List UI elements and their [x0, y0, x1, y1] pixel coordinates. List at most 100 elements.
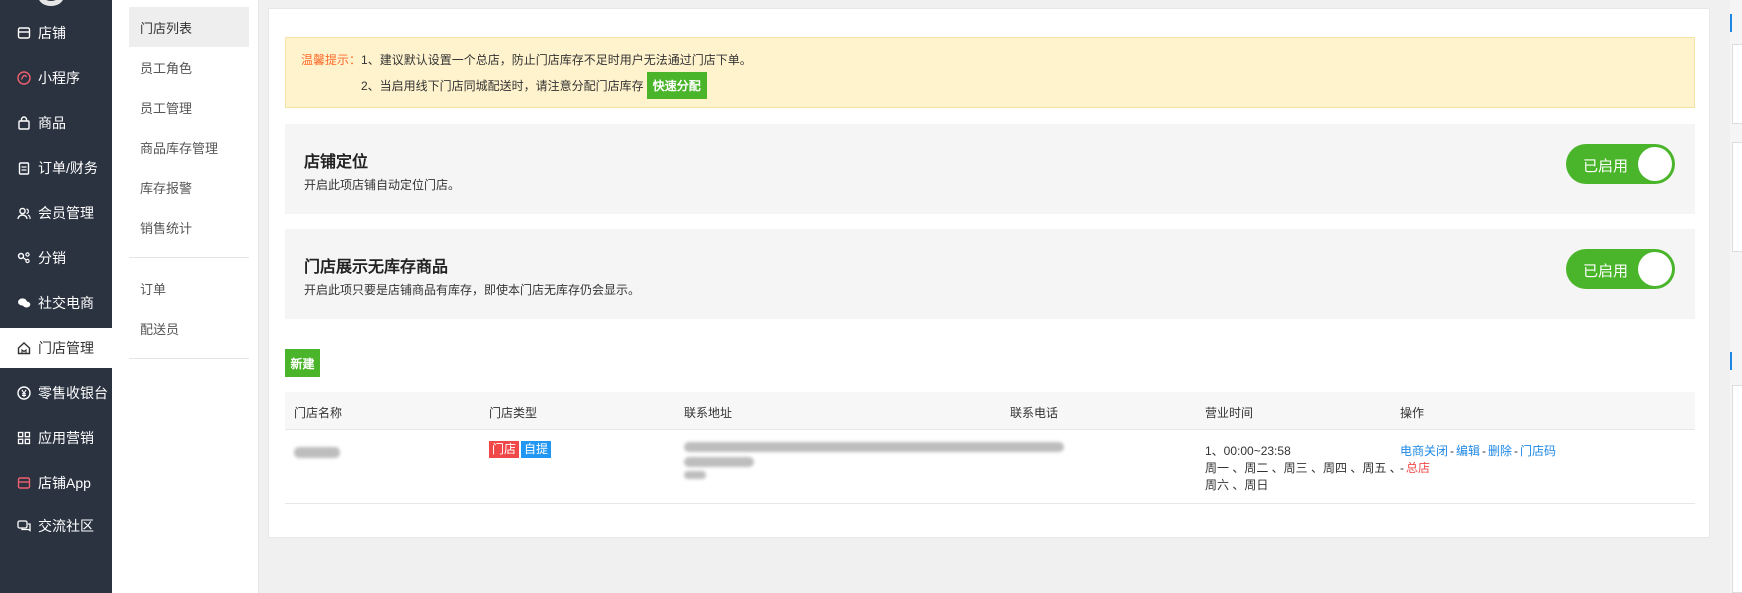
- users-icon: [16, 205, 32, 221]
- setting-desc: 开启此项店铺自动定位门店。: [304, 178, 461, 192]
- sidebar-item-label: 店铺: [38, 25, 66, 41]
- sidebar-item-community[interactable]: 交流社区: [0, 506, 112, 546]
- submenu-staff-manage[interactable]: 员工管理: [129, 87, 249, 127]
- sidebar-item-label: 社交电商: [38, 295, 94, 311]
- submenu-orders[interactable]: 订单: [129, 268, 249, 308]
- main-panel: 温馨提示：1、建议默认设置一个总店，防止门店库存不足时用户无法通过门店下单。 2…: [268, 8, 1710, 538]
- sidebar-item-store[interactable]: 店铺: [0, 13, 112, 53]
- redacted-address: [684, 457, 754, 467]
- toggle-knob: [1638, 147, 1672, 181]
- new-store-button[interactable]: 新建: [285, 349, 320, 377]
- col-header-type: 门店类型: [489, 406, 538, 420]
- apps-icon: [16, 430, 32, 446]
- main-sidebar: 店铺 小程序 商品 订单/财务 会员管理 分销 社交电商 门店管理 零售收银台 …: [0, 0, 112, 593]
- col-header-name: 门店名称: [294, 406, 343, 420]
- toggle-knob: [1638, 252, 1672, 286]
- submenu-divider: [129, 358, 249, 359]
- hours-line: 1、00:00~23:58: [1205, 444, 1291, 458]
- sidebar-item-retail[interactable]: 零售收银台: [0, 373, 112, 413]
- sidebar-item-label: 小程序: [38, 70, 80, 86]
- sidebar-item-social[interactable]: 社交电商: [0, 283, 112, 323]
- store-location-toggle[interactable]: 已启用: [1566, 144, 1675, 184]
- store-qrcode-link[interactable]: 门店码: [1520, 444, 1556, 458]
- edge-accent: [1730, 352, 1732, 370]
- tip-line-1: 温馨提示：1、建议默认设置一个总店，防止门店库存不足时用户无法通过门店下单。: [301, 51, 752, 68]
- col-header-hours: 营业时间: [1205, 406, 1254, 420]
- sidebar-item-label: 分销: [38, 250, 66, 266]
- store-submenu: 门店列表 员工角色 员工管理 商品库存管理 库存报警 销售统计 订单 配送员: [112, 0, 259, 593]
- submenu-staff-roles[interactable]: 员工角色: [129, 47, 249, 87]
- submenu-label: 订单: [140, 281, 167, 297]
- submenu-label: 库存报警: [140, 180, 193, 196]
- show-no-stock-toggle[interactable]: 已启用: [1566, 249, 1675, 289]
- sidebar-item-label: 门店管理: [38, 340, 94, 356]
- edit-link[interactable]: 编辑: [1456, 444, 1480, 458]
- sidebar-item-orders[interactable]: 订单/财务: [0, 148, 112, 188]
- submenu-stock-alert[interactable]: 库存报警: [129, 167, 249, 207]
- edge-box: [1732, 142, 1742, 252]
- redacted-name: [294, 447, 340, 458]
- submenu-label: 门店列表: [140, 20, 193, 36]
- sidebar-item-members[interactable]: 会员管理: [0, 193, 112, 233]
- delete-link[interactable]: 删除: [1488, 444, 1512, 458]
- tip-text-2: 2、当启用线下门店同城配送时，请注意分配门店库存: [361, 79, 644, 93]
- sidebar-item-goods[interactable]: 商品: [0, 103, 112, 143]
- community-icon: [16, 518, 32, 534]
- col-header-address: 联系地址: [684, 406, 733, 420]
- setting-store-location: 店铺定位 开启此项店铺自动定位门店。 已启用: [285, 124, 1695, 214]
- row-actions: 电商关闭 - 编辑 - 删除 - 门店码 - 总店: [1400, 444, 1557, 475]
- sidebar-item-store-manage[interactable]: 门店管理: [0, 328, 112, 368]
- submenu-couriers[interactable]: 配送员: [129, 308, 249, 348]
- business-hours: 1、00:00~23:58 周一 、周二 、周三 、周四 、周五 、 周六 、周…: [1205, 443, 1402, 494]
- setting-desc: 开启此项只要是店铺商品有库存，即使本门店无库存仍会显示。: [304, 283, 641, 297]
- submenu-divider: [129, 257, 249, 258]
- store-icon: [16, 25, 32, 41]
- quick-assign-button[interactable]: 快速分配: [646, 72, 707, 99]
- sidebar-item-app[interactable]: 店铺App: [0, 463, 112, 503]
- sidebar-item-label: 会员管理: [38, 205, 94, 221]
- sidebar-item-marketing[interactable]: 应用营销: [0, 418, 112, 458]
- edge-accent: [1730, 14, 1732, 32]
- home-icon: [16, 340, 32, 356]
- setting-title: 门店展示无库存商品: [304, 259, 449, 276]
- submenu-label: 员工管理: [140, 100, 193, 116]
- sidebar-item-distribution[interactable]: 分销: [0, 238, 112, 278]
- store-type-tags: 门店 自提: [489, 441, 553, 458]
- chat-icon: [16, 295, 32, 311]
- miniprogram-icon: [16, 70, 32, 86]
- edge-box: [1732, 385, 1742, 593]
- redacted-address: [684, 471, 706, 479]
- sidebar-item-label: 应用营销: [38, 430, 94, 446]
- col-header-phone: 联系电话: [1010, 406, 1059, 420]
- setting-title: 店铺定位: [304, 154, 369, 171]
- toggle-label: 已启用: [1583, 158, 1629, 175]
- yen-icon: [16, 385, 32, 401]
- logo: [38, 0, 64, 6]
- tip-line-2: 2、当启用线下门店同城配送时，请注意分配门店库存 快速分配: [361, 72, 707, 99]
- sidebar-item-label: 店铺App: [38, 475, 91, 491]
- bag-icon: [16, 115, 32, 131]
- tip-text-1: 1、建议默认设置一个总店，防止门店库存不足时用户无法通过门店下单。: [361, 53, 752, 67]
- submenu-store-list[interactable]: 门店列表: [129, 7, 249, 47]
- app-icon: [16, 475, 32, 491]
- table-row: 门店 自提 1、00:00~23:58 周一 、周二 、周三 、周四 、周五 、 …: [285, 430, 1695, 504]
- head-store-label: 总店: [1406, 461, 1431, 475]
- sidebar-item-label: 订单/财务: [38, 160, 98, 176]
- setting-show-no-stock: 门店展示无库存商品 开启此项只要是店铺商品有库存，即使本门店无库存仍会显示。 已…: [285, 229, 1695, 319]
- tip-prefix: 温馨提示：: [301, 53, 362, 67]
- submenu-inventory[interactable]: 商品库存管理: [129, 127, 249, 167]
- toggle-ecommerce-link[interactable]: 电商关闭: [1400, 444, 1448, 458]
- tag-store: 门店: [489, 441, 520, 458]
- col-header-actions: 操作: [1400, 406, 1425, 420]
- sidebar-item-miniprogram[interactable]: 小程序: [0, 58, 112, 98]
- toggle-label: 已启用: [1583, 263, 1629, 280]
- redacted-address: [684, 442, 1064, 452]
- sidebar-item-label: 零售收银台: [38, 385, 108, 401]
- submenu-sales-stats[interactable]: 销售统计: [129, 207, 249, 247]
- clipboard-icon: [16, 160, 32, 176]
- hours-line: 周一 、周二 、周三 、周四 、周五 、: [1205, 461, 1402, 475]
- sidebar-item-label: 商品: [38, 115, 66, 131]
- submenu-label: 销售统计: [140, 220, 193, 236]
- store-table: 门店名称 门店类型 联系地址 联系电话 营业时间 操作 门店 自提 1、00:00…: [285, 392, 1695, 504]
- sidebar-item-label: 交流社区: [38, 518, 94, 534]
